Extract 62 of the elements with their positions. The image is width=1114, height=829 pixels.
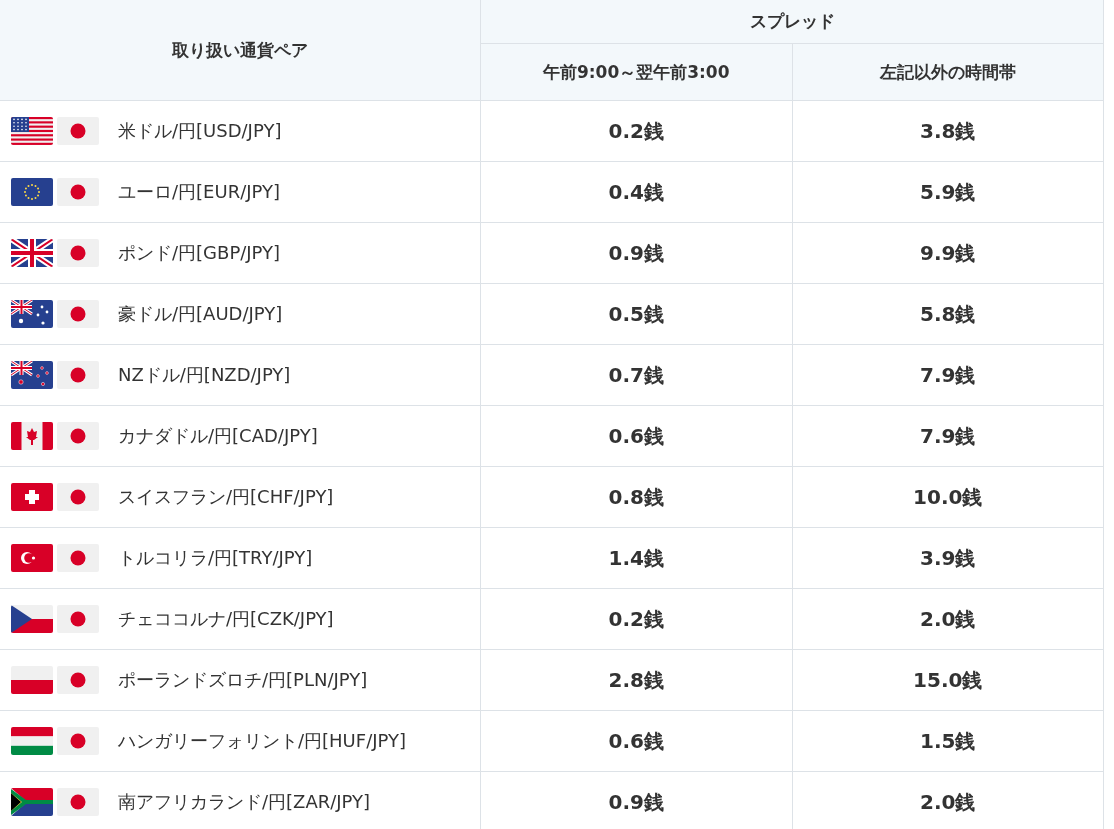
flag-icon	[57, 727, 99, 755]
flag-icon	[57, 605, 99, 633]
flag-icon	[57, 239, 99, 267]
spread-value: 0.7銭	[480, 344, 792, 406]
spread-value: 1.4銭	[480, 527, 792, 589]
spread-value: 7.9銭	[792, 344, 1104, 406]
column-header: スプレッド	[480, 0, 1104, 44]
flag-icon	[57, 483, 99, 511]
spread-value: 15.0銭	[792, 649, 1104, 711]
flag-icon	[57, 422, 99, 450]
spread-value: 2.0銭	[792, 588, 1104, 650]
column-header: 左記以外の時間帯	[792, 43, 1104, 101]
flag-icon	[11, 178, 53, 206]
spread-value: 0.6銭	[480, 405, 792, 467]
spread-value: 2.8銭	[480, 649, 792, 711]
flag-icon	[11, 605, 53, 633]
spread-value: 1.5銭	[792, 710, 1104, 772]
spread-value: 0.9銭	[480, 222, 792, 284]
currency-pair-label: ポーランドズロチ/円[PLN/JPY]	[118, 668, 368, 692]
currency-pair-label: ポンド/円[GBP/JPY]	[118, 241, 281, 265]
flag-icon	[57, 178, 99, 206]
spread-value: 5.9銭	[792, 161, 1104, 223]
spread-value: 9.9銭	[792, 222, 1104, 284]
currency-pair-label: 南アフリカランド/円[ZAR/JPY]	[118, 790, 371, 814]
flag-icon	[11, 666, 53, 694]
flag-icon	[11, 239, 53, 267]
currency-pair-label: カナダドル/円[CAD/JPY]	[118, 424, 318, 448]
flag-icon	[57, 544, 99, 572]
flag-icon	[57, 666, 99, 694]
column-header: 取り扱い通貨ペア	[0, 0, 481, 101]
currency-pair-label: ハンガリーフォリント/円[HUF/JPY]	[118, 729, 406, 753]
spread-value: 7.9銭	[792, 405, 1104, 467]
flag-icon	[11, 483, 53, 511]
currency-pair-label: 米ドル/円[USD/JPY]	[118, 119, 282, 143]
flag-icon	[11, 788, 53, 816]
flag-icon	[57, 361, 99, 389]
flag-icon	[57, 788, 99, 816]
spread-value: 10.0銭	[792, 466, 1104, 528]
spread-value: 0.4銭	[480, 161, 792, 223]
spread-value: 0.8銭	[480, 466, 792, 528]
spread-value: 5.8銭	[792, 283, 1104, 345]
flag-icon	[11, 117, 53, 145]
spread-value: 0.2銭	[480, 588, 792, 650]
currency-pair-label: NZドル/円[NZD/JPY]	[118, 363, 291, 387]
flag-icon	[11, 727, 53, 755]
column-header: 午前9:00～翌午前3:00	[480, 43, 792, 101]
currency-pair-label: スイスフラン/円[CHF/JPY]	[118, 485, 334, 509]
flag-icon	[57, 117, 99, 145]
flag-icon	[57, 300, 99, 328]
flag-icon	[11, 422, 53, 450]
currency-pair-label: ユーロ/円[EUR/JPY]	[118, 180, 280, 204]
flag-icon	[11, 300, 53, 328]
spread-value: 0.6銭	[480, 710, 792, 772]
currency-pair-label: 豪ドル/円[AUD/JPY]	[118, 302, 283, 326]
spread-value: 3.8銭	[792, 100, 1104, 162]
currency-pair-label: トルコリラ/円[TRY/JPY]	[118, 546, 313, 570]
spread-value: 3.9銭	[792, 527, 1104, 589]
spread-value: 0.5銭	[480, 283, 792, 345]
spread-value: 0.2銭	[480, 100, 792, 162]
flag-icon	[11, 361, 53, 389]
currency-pair-label: チェココルナ/円[CZK/JPY]	[118, 607, 334, 631]
flag-icon	[11, 544, 53, 572]
